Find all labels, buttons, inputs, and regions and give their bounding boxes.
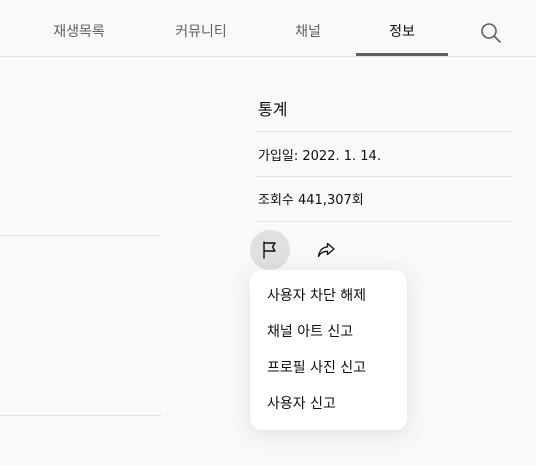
search-icon — [481, 23, 501, 43]
left-divider — [0, 235, 162, 236]
share-icon — [317, 242, 335, 258]
share-button[interactable] — [306, 230, 346, 270]
stats-divider — [256, 176, 512, 177]
flag-icon — [263, 241, 276, 259]
tab-community[interactable]: 커뮤니티 — [160, 0, 242, 56]
joined-date: 가입일: 2022. 1. 14. — [258, 149, 381, 164]
report-menu: 사용자 차단 해제 채널 아트 신고 프로필 사진 신고 사용자 신고 — [250, 270, 407, 430]
tab-about[interactable]: 정보 — [356, 0, 448, 56]
tab-playlists[interactable]: 재생목록 — [38, 0, 120, 56]
menu-item-report-profile-photo[interactable]: 프로필 사진 신고 — [250, 350, 407, 386]
tab-channels[interactable]: 채널 — [278, 0, 338, 56]
menu-item-report-channel-art[interactable]: 채널 아트 신고 — [250, 314, 407, 350]
view-count: 조회수 441,307회 — [258, 193, 364, 208]
left-divider — [0, 415, 162, 416]
menu-item-unblock-user[interactable]: 사용자 차단 해제 — [250, 278, 407, 314]
stats-divider — [256, 221, 512, 222]
stats-title: 통계 — [258, 100, 288, 119]
stats-divider — [256, 131, 512, 132]
search-button[interactable] — [478, 20, 504, 46]
active-tab-indicator — [356, 53, 448, 56]
report-flag-button[interactable] — [250, 230, 290, 270]
menu-item-report-user[interactable]: 사용자 신고 — [250, 386, 407, 422]
channel-tab-bar: 재생목록 커뮤니티 채널 정보 — [0, 0, 536, 57]
